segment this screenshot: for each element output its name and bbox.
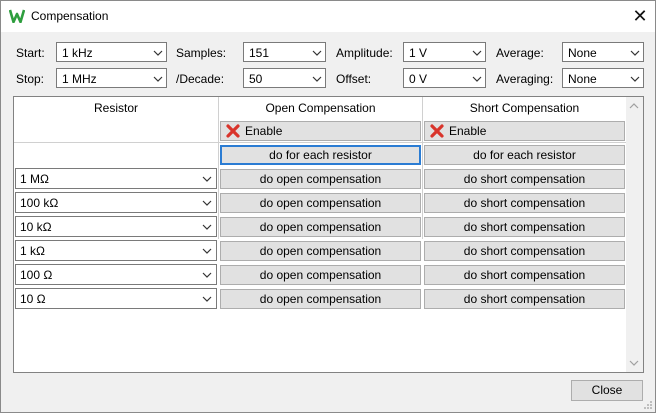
column-divider	[422, 97, 423, 239]
resistor-value: 10 kΩ	[20, 220, 52, 234]
average-label: Average:	[496, 46, 544, 60]
scroll-up-arrow-icon[interactable]	[629, 102, 639, 110]
per-decade-value: 50	[249, 72, 263, 86]
open-each-resistor-button[interactable]: do for each resistor	[220, 145, 421, 165]
column-header-short: Short Compensation	[469, 101, 580, 115]
resistor-value: 100 kΩ	[20, 196, 59, 210]
resistor-select[interactable]: 10 kΩ	[15, 216, 217, 237]
compensation-dialog: Compensation ✕ Start: 1 kHz Samples: 151…	[0, 0, 656, 413]
short-compensation-button[interactable]: do short compensation	[424, 193, 625, 213]
averaging-label: Averaging:	[496, 72, 554, 86]
stop-label: Stop:	[16, 72, 45, 86]
open-compensation-button[interactable]: do open compensation	[220, 217, 421, 237]
chevron-down-icon	[202, 224, 212, 230]
window-title: Compensation	[31, 9, 109, 23]
chevron-down-icon	[630, 76, 640, 82]
chevron-down-icon	[312, 50, 322, 56]
close-button[interactable]: Close	[571, 380, 643, 401]
chevron-down-icon	[202, 296, 212, 302]
open-compensation-button[interactable]: do open compensation	[220, 193, 421, 213]
averaging-select[interactable]: None	[562, 68, 644, 88]
resistor-value: 100 Ω	[20, 268, 53, 282]
resistor-value: 1 MΩ	[20, 172, 49, 186]
offset-label: Offset:	[336, 72, 372, 86]
title-bar: Compensation ✕	[1, 1, 655, 32]
average-value: None	[568, 46, 597, 60]
chevron-down-icon	[202, 176, 212, 182]
resistor-select[interactable]: 1 kΩ	[15, 240, 217, 261]
row-divider	[14, 142, 626, 143]
short-each-resistor-button[interactable]: do for each resistor	[424, 145, 625, 165]
short-enable-label: Enable	[449, 124, 487, 138]
short-compensation-button[interactable]: do short compensation	[424, 289, 625, 309]
short-compensation-button[interactable]: do short compensation	[424, 169, 625, 189]
samples-label: Samples:	[176, 46, 227, 60]
resistor-select[interactable]: 1 MΩ	[15, 168, 217, 189]
per-decade-select[interactable]: 50	[243, 68, 326, 88]
chevron-down-icon	[472, 50, 482, 56]
resistor-value: 10 Ω	[20, 292, 46, 306]
resistor-select[interactable]: 10 Ω	[15, 288, 217, 309]
short-compensation-button[interactable]: do short compensation	[424, 241, 625, 261]
start-label: Start:	[16, 46, 45, 60]
resize-grip-icon[interactable]	[643, 400, 653, 410]
per-decade-label: /Decade:	[176, 72, 225, 86]
short-enable-button[interactable]: Enable	[424, 121, 625, 141]
resistor-value: 1 kΩ	[20, 244, 45, 258]
resistor-select[interactable]: 100 Ω	[15, 264, 217, 285]
offset-select[interactable]: 0 V	[403, 68, 486, 88]
open-compensation-button[interactable]: do open compensation	[220, 265, 421, 285]
samples-select[interactable]: 151	[243, 42, 326, 62]
close-window-icon[interactable]: ✕	[625, 1, 655, 32]
offset-value: 0 V	[409, 72, 428, 86]
average-select[interactable]: None	[562, 42, 644, 62]
amplitude-select[interactable]: 1 V	[403, 42, 486, 62]
samples-value: 151	[249, 46, 270, 60]
chevron-down-icon	[202, 248, 212, 254]
short-compensation-button[interactable]: do short compensation	[424, 217, 625, 237]
open-compensation-button[interactable]: do open compensation	[220, 289, 421, 309]
chevron-down-icon	[153, 76, 163, 82]
column-divider	[218, 97, 219, 239]
amplitude-label: Amplitude:	[336, 46, 393, 60]
short-compensation-button[interactable]: do short compensation	[424, 265, 625, 285]
open-enable-button[interactable]: Enable	[220, 121, 421, 141]
chevron-down-icon	[312, 76, 322, 82]
start-select[interactable]: 1 kHz	[56, 42, 167, 62]
resistor-select[interactable]: 100 kΩ	[15, 192, 217, 213]
vertical-scrollbar[interactable]	[626, 97, 643, 372]
chevron-down-icon	[153, 50, 163, 56]
open-compensation-button[interactable]: do open compensation	[220, 169, 421, 189]
chevron-down-icon	[472, 76, 482, 82]
chevron-down-icon	[630, 50, 640, 56]
scroll-down-arrow-icon[interactable]	[629, 359, 639, 367]
chevron-down-icon	[202, 200, 212, 206]
compensation-grid: Resistor Open Compensation Short Compens…	[13, 96, 644, 373]
column-header-resistor: Resistor	[93, 101, 138, 115]
column-header-open: Open Compensation	[265, 101, 376, 115]
stop-value: 1 MHz	[62, 72, 97, 86]
red-x-icon	[430, 124, 444, 138]
red-x-icon	[226, 124, 240, 138]
open-enable-label: Enable	[245, 124, 283, 138]
start-value: 1 kHz	[62, 46, 93, 60]
amplitude-value: 1 V	[409, 46, 428, 60]
app-w-logo-icon	[9, 9, 25, 23]
chevron-down-icon	[202, 272, 212, 278]
averaging-value: None	[568, 72, 597, 86]
open-compensation-button[interactable]: do open compensation	[220, 241, 421, 261]
stop-select[interactable]: 1 MHz	[56, 68, 167, 88]
